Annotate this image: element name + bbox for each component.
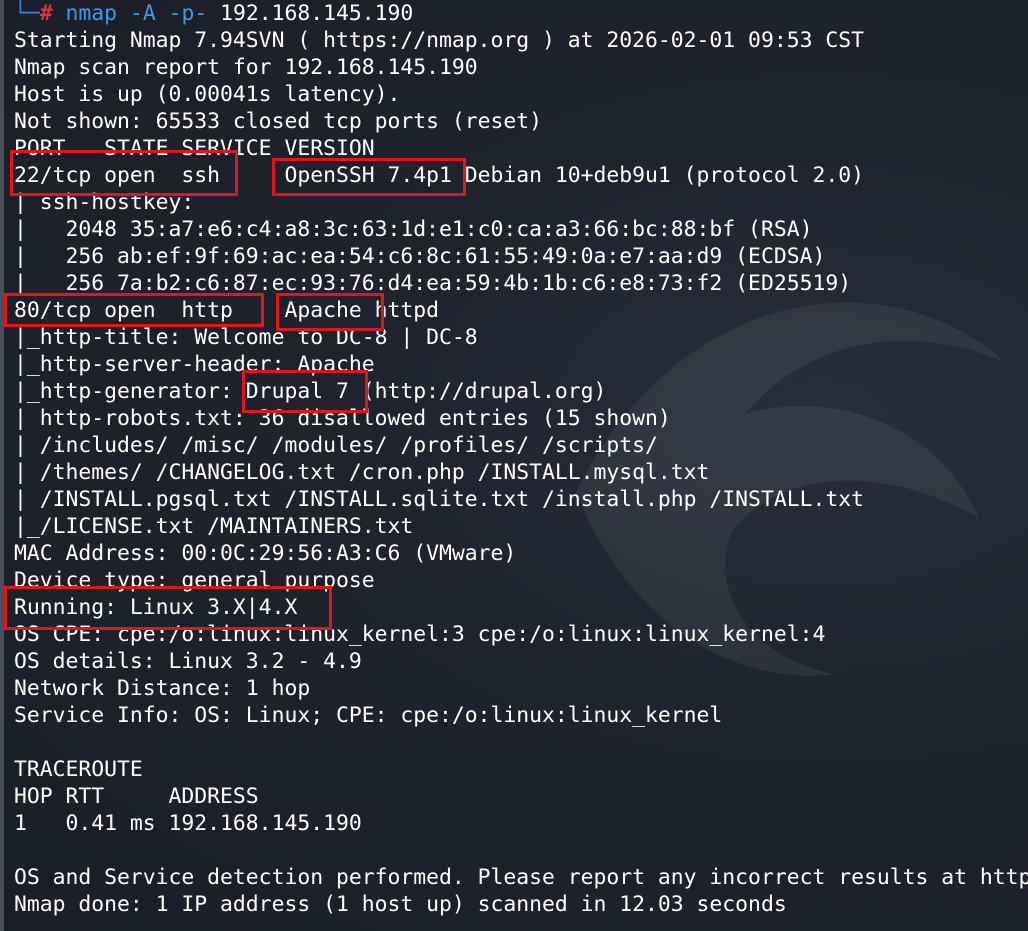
- output-line: TRACEROUTE: [14, 757, 143, 782]
- output-line: OS details: Linux 3.2 - 4.9: [14, 649, 362, 674]
- output-line: Starting Nmap 7.94SVN ( https://nmap.org…: [14, 28, 864, 53]
- output-line: | /includes/ /misc/ /modules/ /profiles/…: [14, 433, 671, 458]
- output-line: [14, 729, 1028, 756]
- output-line: Nmap scan report for 192.168.145.190: [14, 55, 478, 80]
- output-line: 22/tcp open ssh OpenSSH 7.4p1 Debian 10+…: [14, 163, 864, 188]
- output-line: Nmap done: 1 IP address (1 host up) scan…: [14, 892, 787, 917]
- output-line: |_/LICENSE.txt /MAINTAINERS.txt: [14, 514, 414, 539]
- output-line: Not shown: 65533 closed tcp ports (reset…: [14, 109, 543, 134]
- output-line: Device type: general purpose: [14, 568, 375, 593]
- output-line: | http-robots.txt: 36 disallowed entries…: [14, 406, 671, 431]
- output-line: Service Info: OS: Linux; CPE: cpe:/o:lin…: [14, 703, 723, 728]
- output-line: Network Distance: 1 hop: [14, 676, 311, 701]
- output-line: HOP RTT ADDRESS: [14, 784, 259, 809]
- output-line: | ssh-hostkey:: [14, 190, 208, 215]
- prompt-command: nmap -A -p-: [65, 1, 208, 26]
- output-line: | 2048 35:a7:e6:c4:a8:3c:63:1d:e1:c0:ca:…: [14, 217, 813, 242]
- prompt-hash: #: [39, 1, 53, 26]
- output-line: |_ 256 7a:b2:c6:87:ec:93:76:d4:ea:59:4b:…: [14, 271, 852, 296]
- prompt-line: └─# nmap -A -p- 192.168.145.190: [14, 0, 1028, 27]
- output-line: OS and Service detection performed. Plea…: [14, 865, 1028, 890]
- output-line: OS CPE: cpe:/o:linux:linux_kernel:3 cpe:…: [14, 622, 826, 647]
- output-line: |_http-server-header: Apache: [14, 352, 375, 377]
- output-line: MAC Address: 00:0C:29:56:A3:C6 (VMware): [14, 541, 517, 566]
- output-line: [14, 837, 1028, 864]
- prompt-corner: └─: [14, 1, 40, 26]
- prompt-target: 192.168.145.190: [207, 1, 414, 26]
- terminal-window[interactable]: └─# nmap -A -p- 192.168.145.190 Starting…: [0, 0, 1028, 931]
- output-line: PORT STATE SERVICE VERSION: [14, 136, 375, 161]
- output-line: Running: Linux 3.X|4.X: [14, 595, 298, 620]
- output-line: Host is up (0.00041s latency).: [14, 82, 401, 107]
- output-line: | /themes/ /CHANGELOG.txt /cron.php /INS…: [14, 460, 723, 485]
- output-line: |_http-title: Welcome to DC-8 | DC-8: [14, 325, 478, 350]
- terminal-output: └─# nmap -A -p- 192.168.145.190 Starting…: [14, 0, 1028, 918]
- output-line: |_http-generator: Drupal 7 (http://drupa…: [14, 379, 607, 404]
- output-line: | 256 ab:ef:9f:69:ac:ea:54:c6:8c:61:55:4…: [14, 244, 826, 269]
- output-line: 1 0.41 ms 192.168.145.190: [14, 811, 362, 836]
- output-line: 80/tcp open http Apache httpd: [14, 298, 439, 323]
- output-line: | /INSTALL.pgsql.txt /INSTALL.sqlite.txt…: [14, 487, 877, 512]
